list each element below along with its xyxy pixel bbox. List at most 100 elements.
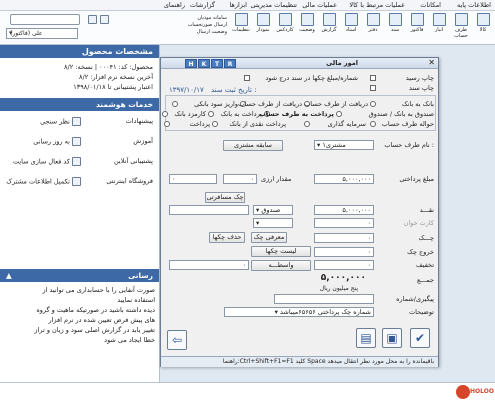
smart-services-header: خدمات هوشمند [0,98,159,111]
menu-item-reports[interactable]: گزارشات [190,1,215,9]
tab-r[interactable]: R [224,59,236,68]
news-line: خطا ایجاد می شود [104,336,155,344]
ribbon-button-chart[interactable]: نمودار [253,13,273,43]
ribbon-button-warehouse[interactable]: انبار [429,13,449,43]
radio-pay-bank[interactable] [208,111,214,117]
tab-t[interactable]: T [211,59,223,68]
ribbon-button-cardex[interactable]: کاردکس [275,13,295,43]
invoice-icon [410,13,424,26]
introduce-cheque-button[interactable]: معرفی چک [251,232,287,243]
service-suggestions[interactable]: پیشنهادات [126,117,153,125]
ribbon-button-goods[interactable]: کالا [473,13,493,43]
cash-box-select[interactable]: ▾ صندوق [253,205,293,215]
search-input[interactable] [10,14,80,25]
close-icon[interactable]: ✕ [428,58,435,67]
news-line: های پیش فرض تعیین شده در نرم افزار [48,316,155,324]
bottom-bar: HOLOO [0,382,495,400]
cheque-list-button[interactable]: لیست چکها [251,246,311,257]
menu-item-features[interactable]: امکانات [420,1,441,9]
cash-box-name[interactable] [169,205,249,215]
radio-bank-to-bank[interactable] [370,101,376,107]
radio-bank-fee[interactable] [162,111,168,117]
cardex-icon [278,13,292,26]
party-select[interactable]: ▾ مشتری۱ [314,140,374,150]
confirm-icon[interactable]: ✔ [410,328,430,348]
fx-input[interactable]: ۰ [223,174,257,184]
ribbon-button-document[interactable]: سند [385,13,405,43]
radio-cash-to-bank[interactable] [336,111,342,117]
travel-cheque-button[interactable]: چک مسافرتی [205,192,245,203]
radio-cash-pay-bank[interactable] [212,121,218,127]
cash-label: نقـــد [419,206,434,214]
amount-input[interactable]: ۵,۰۰۰,۰۰۰ [314,174,374,184]
customer-history-button[interactable]: سابقه مشتری [223,140,283,151]
cheque-input[interactable]: ۰ [314,233,374,243]
reference-input[interactable] [274,294,374,304]
back-arrow-icon[interactable]: ⇦ [167,330,187,350]
tab-k[interactable]: K [198,59,210,68]
delete-cheques-button[interactable]: حذف چکها [209,232,245,243]
ribbon-button-report[interactable]: گزارش [319,13,339,43]
radio-investment[interactable] [304,121,310,127]
card-select[interactable]: ▾ [253,218,293,228]
radio-bank-interest[interactable] [172,101,178,107]
cash-input[interactable]: ۵,۰۰۰,۰۰۰ [314,205,374,215]
ribbon-button-status[interactable]: وضعیت [297,13,317,43]
service-online-store[interactable]: فروشگاه اینترنتی [106,177,153,185]
menu-item-base-info[interactable]: اطلاعات پایه [457,1,491,9]
chart-icon [256,13,270,26]
include-cheques-label: شماره/مبلغ چکها در سند درج شود [265,74,358,82]
save-icon[interactable]: ▣ [382,328,402,348]
fee-input[interactable]: ۰ [169,260,249,270]
ribbon-button-party[interactable]: طرف حساب [451,13,471,43]
service-training[interactable]: آموزش [133,137,153,145]
date-value[interactable]: ۱۳۹۷/۱۰/۱۷ [169,86,204,94]
description-input[interactable]: ▾ شماره چک پرداختی ۶۵۶۵۶میباشد [224,307,374,317]
radio-party-transfer[interactable] [370,121,376,127]
card-input[interactable]: ۰ [314,218,374,228]
discount-input[interactable]: ۰ [314,260,374,270]
service-update[interactable]: به روز رسانی [33,137,81,146]
ribbon-small-item[interactable]: سامانه مودیان [177,15,227,22]
print-doc-checkbox[interactable] [370,85,376,91]
ribbon-small-item[interactable]: وضعیت ارسال [177,29,227,36]
service-survey[interactable]: نظر سنجی [40,117,81,126]
ribbon-button-docs[interactable]: اسناد [341,13,361,43]
collapse-icon[interactable]: ▲ [6,271,12,280]
service-activation-code[interactable]: کد فعال سازی سایت [13,157,81,166]
update-icon [72,137,81,146]
menu-item-finance-ops[interactable]: عملیات مالی [302,1,337,9]
news-line: استفاده نمایید [117,296,155,304]
cheque-out-input[interactable]: ۰ [314,247,374,257]
docs-icon [344,13,358,26]
menu-item-goods-ops[interactable]: عملیات مرتبط با کالا [349,1,405,9]
support-valid-line: اعتبار پشتیبانی تا ۱۳۹۸/۰۱/۱۸ [73,83,153,91]
report-icon [322,13,336,26]
service-complete-info[interactable]: تکمیل اطلاعات مشترک [6,177,81,186]
menu-item-help[interactable]: راهنمای [164,1,185,9]
radio-label: واریز سود بانکی [194,100,238,108]
ribbon-button-ledger[interactable]: دفتر [363,13,383,43]
menu-item-management[interactable]: تنظیمات مدیریتی [251,1,297,9]
include-cheques-checkbox[interactable] [244,75,250,81]
ribbon-button-invoice[interactable]: فاکتور [407,13,427,43]
service-online-support[interactable]: پشتیبانی آنلاین [114,157,153,165]
news-line: دیده داشته باشید در صورتیکه ماهیت و گروه [36,306,155,314]
ribbon-button-settings[interactable]: تنظیمات [231,13,251,43]
home-icon[interactable] [100,15,109,24]
menu-item-tools[interactable]: ابزارها [229,1,247,9]
fx-label: مقدار ارزی [261,175,292,183]
fx-amount-input[interactable]: ۰ [169,174,217,184]
radio-payment[interactable] [164,121,170,127]
radio-label: پرداخت نقدی از بانک [229,120,286,128]
print-icon[interactable]: ▤ [356,328,376,348]
print-receipt-checkbox[interactable] [370,75,376,81]
ribbon-small-item[interactable]: ارسال صورتحساب [177,22,227,29]
tab-h[interactable]: H [185,59,197,68]
radio-label: سرمایه گذاری [327,120,366,128]
card-label: کارت خوان [403,219,434,227]
cheque-label: چـــک [418,234,434,242]
fee-button[interactable]: واسطـــه [251,260,311,271]
refresh-icon[interactable] [88,15,97,24]
company-select[interactable]: علی (فاکتور) [6,28,78,39]
